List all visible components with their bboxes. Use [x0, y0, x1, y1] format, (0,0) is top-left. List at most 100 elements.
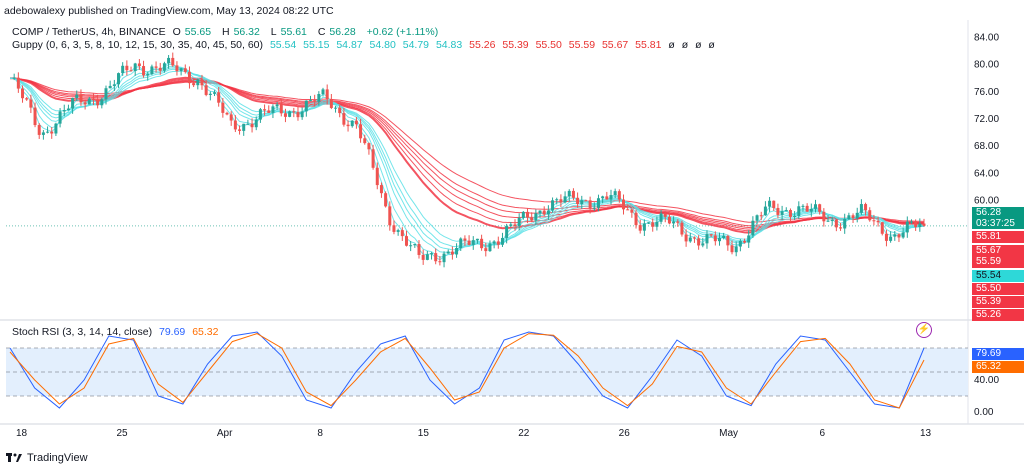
candle-body: [221, 102, 225, 113]
guppy-empty-4: ø: [708, 39, 715, 51]
candle-body: [692, 237, 696, 239]
candle-body: [404, 236, 408, 246]
candle-body: [375, 167, 379, 186]
stoch-tick-0: 40.00: [974, 375, 999, 386]
candle-body: [726, 235, 730, 246]
candle-body: [676, 221, 680, 223]
candle-body: [400, 230, 404, 237]
candle-body: [530, 217, 534, 221]
candle-body: [16, 77, 20, 89]
candle-body: [788, 210, 792, 217]
candle-body: [146, 74, 150, 76]
candle-body: [747, 235, 751, 243]
guppy-empty-2: ø: [681, 39, 689, 51]
candle-body: [830, 219, 834, 221]
candle-body: [580, 200, 584, 205]
footer: TradingView: [6, 452, 88, 464]
candle-body: [605, 196, 609, 200]
candle-body: [884, 233, 888, 241]
candle-body: [480, 238, 484, 249]
guppy-long-6: 55.81: [635, 39, 662, 51]
candle-body: [914, 221, 918, 227]
candle-body: [112, 84, 116, 86]
bar-countdown: 03:37:25: [976, 218, 1015, 229]
footer-brand[interactable]: TradingView: [27, 452, 88, 464]
candle-body: [551, 200, 555, 211]
guppy-empty-1: ø: [668, 39, 675, 51]
guppy-short-ema-8: [9, 65, 925, 254]
guppy-title[interactable]: Guppy (0, 6, 3, 5, 8, 10, 12, 15, 30, 35…: [12, 39, 263, 51]
symbol-label[interactable]: COMP / TetherUS, 4h, BINANCE: [12, 26, 166, 38]
guppy-short-1: 55.54: [269, 39, 297, 51]
candle-body: [588, 200, 592, 209]
candle-body: [363, 138, 367, 144]
candle-body: [555, 199, 559, 201]
lightning-icon[interactable]: ⚡: [916, 322, 932, 338]
stoch-k-value: 79.69: [159, 326, 186, 338]
candle-body: [763, 206, 767, 216]
candle-body: [709, 234, 713, 236]
candle-body: [62, 110, 66, 112]
candle-body: [430, 253, 434, 255]
candle-body: [667, 216, 671, 224]
candle-body: [839, 227, 843, 229]
candle-body: [809, 208, 813, 212]
candle-body: [41, 132, 45, 135]
time-tick-1: 25: [116, 428, 128, 439]
candle-body: [826, 220, 830, 222]
candle-body: [784, 210, 788, 212]
chart-area[interactable]: 84.00 80.00 76.00 72.00 68.00 64.00 60.00 18 25 A…: [0, 20, 1024, 447]
candle-body: [613, 191, 617, 196]
guppy-short-ema-12: [9, 68, 925, 248]
candle-body: [642, 223, 646, 231]
candle-body: [563, 196, 567, 203]
candle-body: [638, 225, 642, 231]
candle-body: [901, 232, 905, 238]
candle-body: [488, 243, 492, 252]
candle-body: [743, 241, 747, 243]
candle-body: [500, 237, 504, 245]
candle-body: [701, 243, 705, 246]
candle-body: [889, 236, 893, 241]
publish-caption: adebowalexy published on TradingView.com…: [4, 5, 334, 17]
candle-body: [717, 238, 721, 242]
candle-body: [834, 219, 838, 228]
candle-body: [179, 68, 183, 72]
candle-body: [722, 235, 726, 239]
candle-body: [534, 213, 538, 221]
candle-body: [371, 149, 375, 168]
candle-body: [304, 100, 308, 112]
candle-body: [663, 213, 667, 217]
candle-body: [496, 241, 500, 245]
candle-body: [713, 235, 717, 242]
open-label: O: [172, 26, 181, 38]
candle-body: [33, 107, 37, 126]
candle-body: [442, 253, 446, 263]
candle-body: [576, 197, 580, 205]
time-tick-9: 13: [920, 428, 932, 439]
stoch-d-badge: 65.32: [972, 361, 1024, 373]
change-value: +0.62 (+1.11%): [366, 26, 439, 38]
candle-body: [521, 211, 525, 218]
candle-body: [288, 111, 292, 117]
candle-body: [254, 119, 258, 128]
candle-body: [137, 63, 141, 67]
time-tick-3: 8: [317, 428, 323, 439]
candle-body: [150, 66, 154, 75]
candle-body: [129, 70, 133, 72]
candle-body: [71, 98, 75, 109]
candle-body: [651, 222, 655, 227]
candle-body: [213, 92, 217, 94]
candle-body: [258, 109, 262, 120]
candle-body: [626, 209, 630, 211]
candle-body: [843, 218, 847, 229]
ema-badge-5559: 55.59: [972, 256, 1024, 268]
candle-body: [175, 65, 179, 72]
candle-body: [755, 215, 759, 221]
close-value: 56.28: [329, 26, 356, 38]
candle-body: [801, 205, 805, 207]
chart-svg[interactable]: 84.0080.0076.0072.0068.0064.0060.0018 25 A…: [0, 20, 1024, 447]
candle-body: [680, 222, 684, 235]
candle-body: [54, 123, 58, 134]
stoch-title[interactable]: Stoch RSI (3, 3, 14, 14, close): [12, 326, 152, 338]
